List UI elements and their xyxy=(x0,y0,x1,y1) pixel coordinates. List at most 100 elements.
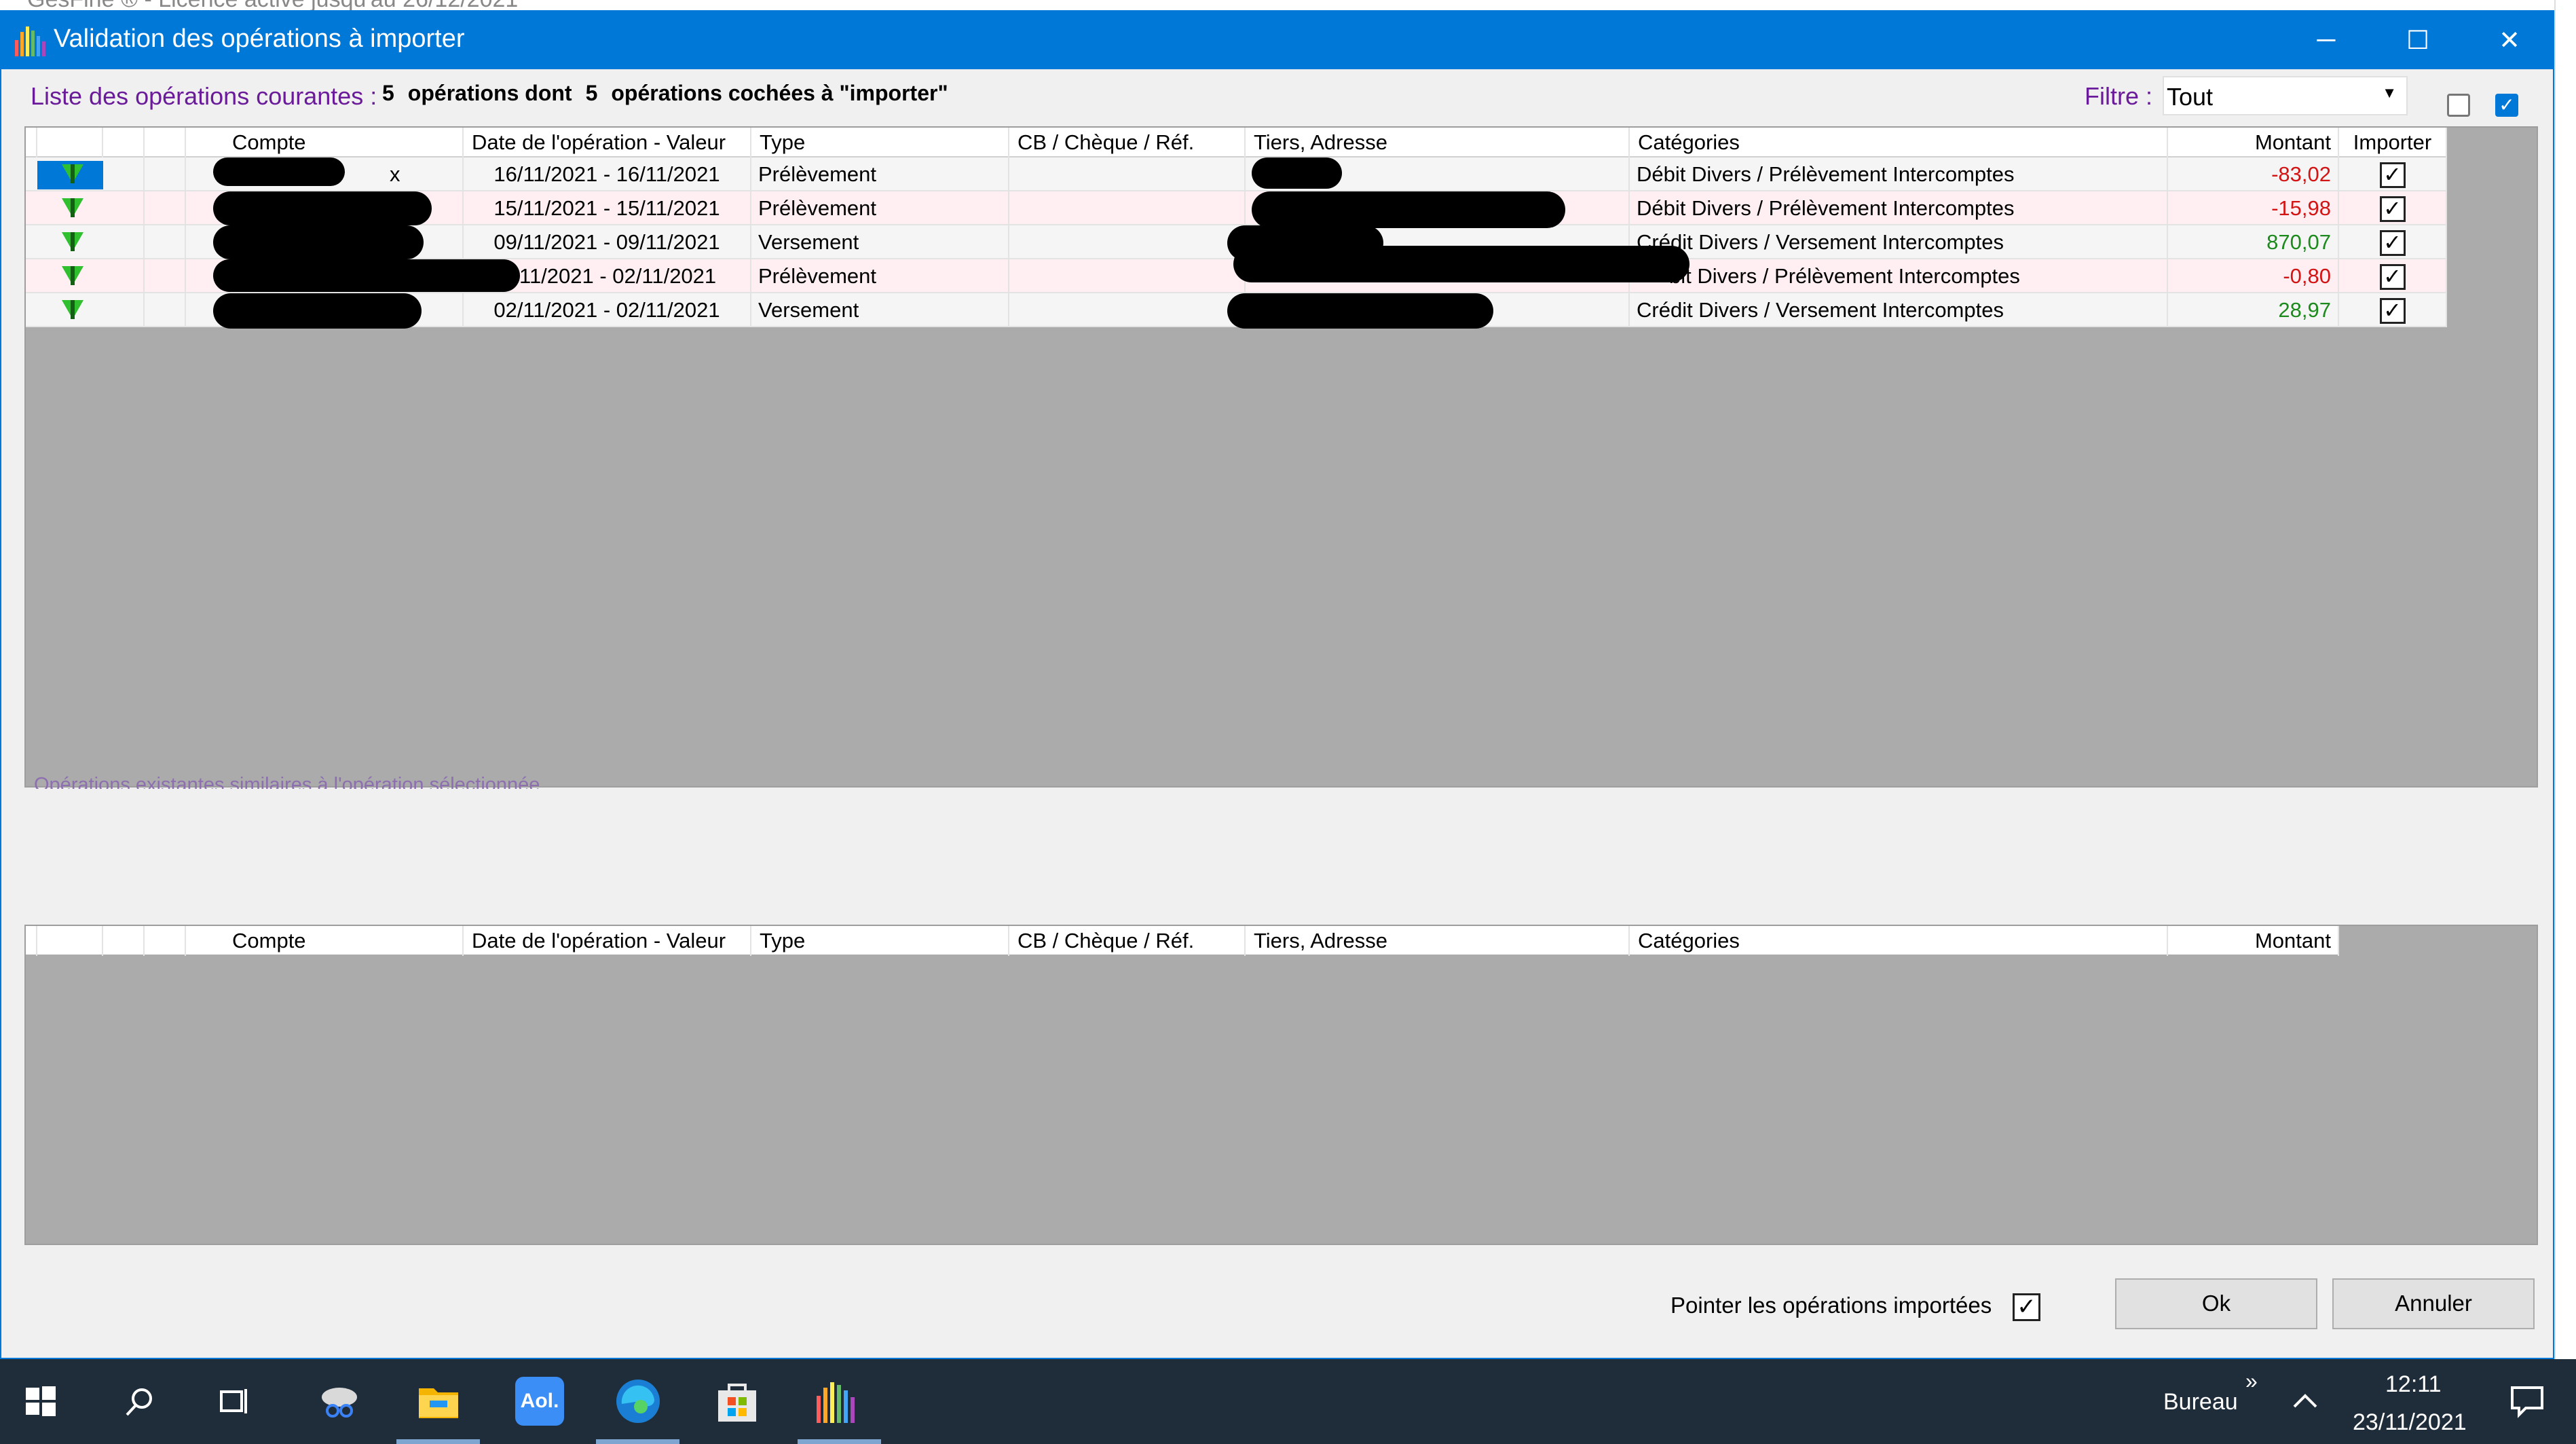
cell-type: Prélèvement xyxy=(751,191,1009,225)
file-explorer-icon[interactable] xyxy=(411,1374,466,1428)
edge-icon[interactable] xyxy=(611,1374,665,1428)
column-date[interactable]: Date de l'opération - Valeur xyxy=(464,926,751,956)
column-categories[interactable]: Catégories xyxy=(1630,128,2168,158)
import-flag-icon xyxy=(62,164,83,183)
ok-button[interactable]: Ok xyxy=(2115,1278,2317,1329)
bureau-toolbar-label[interactable]: Bureau xyxy=(2163,1389,2238,1415)
mark-imported-checkbox[interactable]: ✓ xyxy=(2013,1293,2040,1321)
column-montant[interactable]: Montant xyxy=(2168,128,2339,158)
column-tiers[interactable]: Tiers, Adresse xyxy=(1246,128,1630,158)
header-flag-2 xyxy=(145,926,186,956)
aol-icon[interactable]: Aol. xyxy=(512,1374,567,1428)
import-checkbox[interactable]: ✓ xyxy=(2379,264,2406,290)
row-flag-cell-2 xyxy=(145,225,186,259)
column-type[interactable]: Type xyxy=(751,926,1009,956)
cell-type: Versement xyxy=(751,293,1009,327)
table-row[interactable]: x 16/11/2021 - 16/11/2021 Prélèvement Dé… xyxy=(26,158,2447,191)
cell-type: Prélèvement xyxy=(751,158,1009,191)
row-flag-cell-2 xyxy=(145,293,186,327)
show-hidden-icons-chevron-icon[interactable] xyxy=(2278,1374,2332,1428)
filter-label: Filtre : xyxy=(2085,82,2153,110)
background-app-right-edge: nte 9: 00 9: xyxy=(2554,0,2576,1359)
chevron-down-icon: ▼ xyxy=(2382,84,2397,101)
taskbar-time[interactable]: 12:11 xyxy=(2385,1371,2442,1398)
cell-categories: Crédit Divers / Versement Intercomptes xyxy=(1630,293,2168,327)
filter-dropdown[interactable]: Tout ▼ xyxy=(2163,76,2408,115)
column-reference[interactable]: CB / Chèque / Réf. xyxy=(1009,128,1246,158)
close-button[interactable]: ✕ xyxy=(2462,12,2557,69)
column-compte[interactable]: Compte xyxy=(186,128,464,158)
column-compte[interactable]: Compte xyxy=(186,926,464,956)
operations-count: 5 xyxy=(382,81,394,105)
cell-importer: ✓ xyxy=(2339,259,2447,293)
import-checkbox[interactable]: ✓ xyxy=(2379,230,2406,256)
background-app-titlebar: GesFine ® - Licence active jusqu'au 26/1… xyxy=(0,0,2576,12)
import-flag-icon xyxy=(62,232,83,251)
redaction-mark xyxy=(1233,246,1690,282)
cell-categories: Débit Divers / Prélèvement Intercomptes xyxy=(1630,158,2168,191)
uncheck-all-checkbox[interactable] xyxy=(2447,94,2470,117)
import-flag-icon xyxy=(62,198,83,217)
cell-montant: -15,98 xyxy=(2168,191,2339,225)
row-flag-cell xyxy=(103,293,145,327)
cell-reference xyxy=(1009,225,1246,259)
column-date[interactable]: Date de l'opération - Valeur xyxy=(464,128,751,158)
redaction-mark xyxy=(1252,191,1565,228)
row-flag-cell-2 xyxy=(145,158,186,191)
active-app-indicator xyxy=(596,1439,679,1444)
windows-start-icon[interactable] xyxy=(14,1374,68,1428)
store-icon[interactable] xyxy=(710,1374,764,1428)
cell-date: 16/11/2021 - 16/11/2021 xyxy=(464,158,751,191)
cell-categories: Crédit Divers / Versement Intercomptes xyxy=(1630,225,2168,259)
cell-importer: ✓ xyxy=(2339,158,2447,191)
summary-text-2: opérations cochées à "importer" xyxy=(611,81,948,105)
dialog-title: Validation des opérations à importer xyxy=(54,24,465,53)
column-montant[interactable]: Montant xyxy=(2168,926,2339,956)
cell-importer: ✓ xyxy=(2339,191,2447,225)
import-flag-icon xyxy=(62,266,83,285)
column-reference[interactable]: CB / Chèque / Réf. xyxy=(1009,926,1246,956)
cell-reference xyxy=(1009,293,1246,327)
toolbar-overflow-chevrons[interactable]: » xyxy=(2245,1369,2258,1394)
screen: GesFine ® - Licence active jusqu'au 26/1… xyxy=(0,0,2576,1444)
redaction-mark xyxy=(213,158,345,186)
search-icon[interactable] xyxy=(112,1374,166,1428)
cell-montant: 28,97 xyxy=(2168,293,2339,327)
import-checkbox[interactable]: ✓ xyxy=(2379,298,2406,324)
snip-tool-icon[interactable] xyxy=(312,1374,367,1428)
cell-montant: 870,07 xyxy=(2168,225,2339,259)
column-type[interactable]: Type xyxy=(751,128,1009,158)
cell-date: 09/11/2021 - 09/11/2021 xyxy=(464,225,751,259)
header-status xyxy=(37,128,103,158)
cell-montant: -83,02 xyxy=(2168,158,2339,191)
header-flag-2 xyxy=(145,128,186,158)
task-view-icon[interactable] xyxy=(208,1374,262,1428)
column-tiers[interactable]: Tiers, Adresse xyxy=(1246,926,1630,956)
cancel-button[interactable]: Annuler xyxy=(2332,1278,2535,1329)
column-categories[interactable]: Catégories xyxy=(1630,926,2168,956)
column-importer[interactable]: Importer xyxy=(2339,128,2447,158)
maximize-button[interactable]: ☐ xyxy=(2370,12,2465,69)
row-flag-cell xyxy=(103,259,145,293)
redaction-mark xyxy=(213,259,520,292)
row-flag-cell xyxy=(103,158,145,191)
redaction-mark xyxy=(213,293,422,329)
current-operations-label: Liste des opérations courantes : xyxy=(31,82,377,110)
import-checkbox[interactable]: ✓ xyxy=(2379,196,2406,222)
summary-text-1: opérations dont xyxy=(407,81,572,105)
filter-value: Tout xyxy=(2167,83,2214,111)
header-spacer xyxy=(26,128,37,158)
dialog-titlebar[interactable]: Validation des opérations à importer ─ ☐… xyxy=(1,12,2553,69)
header-spacer xyxy=(26,926,37,956)
similar-operations-grid: Compte Date de l'opération - Valeur Type… xyxy=(24,925,2538,1245)
cell-importer: ✓ xyxy=(2339,225,2447,259)
taskbar-date[interactable]: 23/11/2021 xyxy=(2353,1409,2467,1436)
row-flag-cell xyxy=(103,225,145,259)
minimize-button[interactable]: ─ xyxy=(2279,12,2374,69)
windows-taskbar: Aol. Bureau » 12:11 23/11/2021 xyxy=(0,1359,2576,1444)
check-all-checkbox[interactable]: ✓ xyxy=(2495,94,2518,117)
gesfine-icon[interactable] xyxy=(810,1374,864,1428)
cell-categories: Débit Divers / Prélèvement Intercomptes xyxy=(1630,191,2168,225)
import-checkbox[interactable]: ✓ xyxy=(2379,162,2406,188)
notification-center-icon[interactable] xyxy=(2500,1374,2554,1428)
